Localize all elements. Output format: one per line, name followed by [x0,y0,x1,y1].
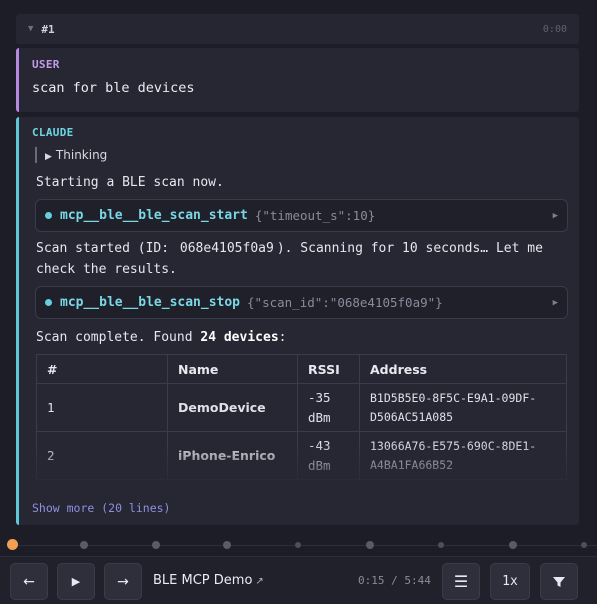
expand-arrow-icon[interactable]: ▶ [553,211,558,221]
thinking-toggle[interactable]: ▶ Thinking [35,147,566,163]
user-message-text: scan for ble devices [32,80,195,96]
timeline-marker[interactable] [509,541,517,549]
turn-timestamp: 0:00 [542,23,567,35]
filter-icon [553,576,565,587]
turn-header[interactable]: ▼ #1 0:00 [16,14,579,44]
table-fade-overlay [36,442,567,486]
play-icon: ▶ [71,575,81,588]
device-count: 24 devices [200,330,279,345]
timeline-marker[interactable] [152,541,160,549]
cell-device-name: DemoDevice [167,383,298,432]
timeline-marker-current[interactable] [7,539,18,550]
speed-button[interactable]: 1x [490,563,530,600]
arrow-left-icon: ← [23,573,35,590]
scan-id-code: 068e4105f0a9 [179,241,274,256]
scan-complete-pre: Scan complete. Found [36,330,193,345]
column-header-address: Address [359,354,567,384]
scan-complete-text: Scan complete. Found 24 devices: [36,327,566,348]
column-header-name: Name [167,354,298,384]
table-header-row: # Name RSSI Address [36,354,567,384]
status-dot-icon [45,212,52,219]
timeline-marker[interactable] [366,541,374,549]
tool-name: mcp__ble__ble_scan_stop [60,295,241,310]
tool-call-scan-start[interactable]: mcp__ble__ble_scan_start {"timeout_s":10… [35,199,568,232]
collapse-chevron-icon[interactable]: ▼ [28,24,33,34]
cell-number: 1 [36,383,168,432]
scan-started-text: Scan started (ID: 068e4105f0a9). Scannin… [36,238,566,280]
time-separator: / [391,574,398,587]
status-dot-icon [45,299,52,306]
devices-table-container: # Name RSSI Address 1 DemoDevice -35 dBm… [36,354,567,486]
tool-call-scan-stop[interactable]: mcp__ble__ble_scan_stop {"scan_id":"068e… [35,286,568,319]
timeline-marker[interactable] [295,542,301,548]
play-button[interactable]: ▶ [57,563,95,600]
expand-arrow-icon[interactable]: ▶ [553,298,558,308]
playback-time: 0:15 / 5:44 [358,574,431,587]
cell-rssi: -35 dBm [297,383,360,432]
user-role-label: USER [32,58,60,71]
scan-complete-post: : [278,330,287,345]
demo-title: BLE MCP Demo [153,573,253,588]
show-more-link[interactable]: Show more (20 lines) [32,501,170,515]
assistant-message: CLAUDE ▶ Thinking Starting a BLE scan now… [16,117,579,525]
hamburger-icon: ☰ [453,572,469,591]
arrow-right-icon: → [117,573,129,590]
timeline-marker[interactable] [581,542,587,548]
timeline-marker[interactable] [438,542,444,548]
assistant-intro-text: Starting a BLE scan now. [36,175,224,190]
cell-address: B1D5B5E0-8F5C-E9A1-09DF-D506AC51A085 [359,383,567,432]
tool-args: {"timeout_s":10} [254,208,376,223]
column-header-number: # [36,354,168,384]
turn-number: #1 [41,22,55,36]
previous-button[interactable]: ← [10,563,48,600]
filter-button[interactable] [540,563,578,600]
tool-args: {"scan_id":"068e4105f0a9"} [247,295,443,310]
external-link-icon: ↗ [255,576,264,587]
thinking-label: Thinking [55,148,108,162]
player-controls: ← ▶ → BLE MCP Demo ↗ 0:15 / 5:44 ☰ 1x [0,556,597,604]
timeline[interactable] [0,537,597,553]
user-message: USER scan for ble devices [16,48,579,112]
table-row: 1 DemoDevice -35 dBm B1D5B5E0-8F5C-E9A1-… [36,383,567,432]
timeline-marker[interactable] [80,541,88,549]
demo-title-link[interactable]: BLE MCP Demo ↗ [153,573,264,588]
scan-started-pre: Scan started (ID: [36,241,170,256]
list-button[interactable]: ☰ [442,563,480,600]
tool-name: mcp__ble__ble_scan_start [60,208,248,223]
expand-triangle-icon: ▶ [45,152,52,162]
timeline-marker[interactable] [223,541,231,549]
next-button[interactable]: → [104,563,142,600]
total-time: 5:44 [404,574,431,587]
assistant-role-label: CLAUDE [32,126,74,139]
current-time: 0:15 [358,574,385,587]
column-header-rssi: RSSI [297,354,360,384]
